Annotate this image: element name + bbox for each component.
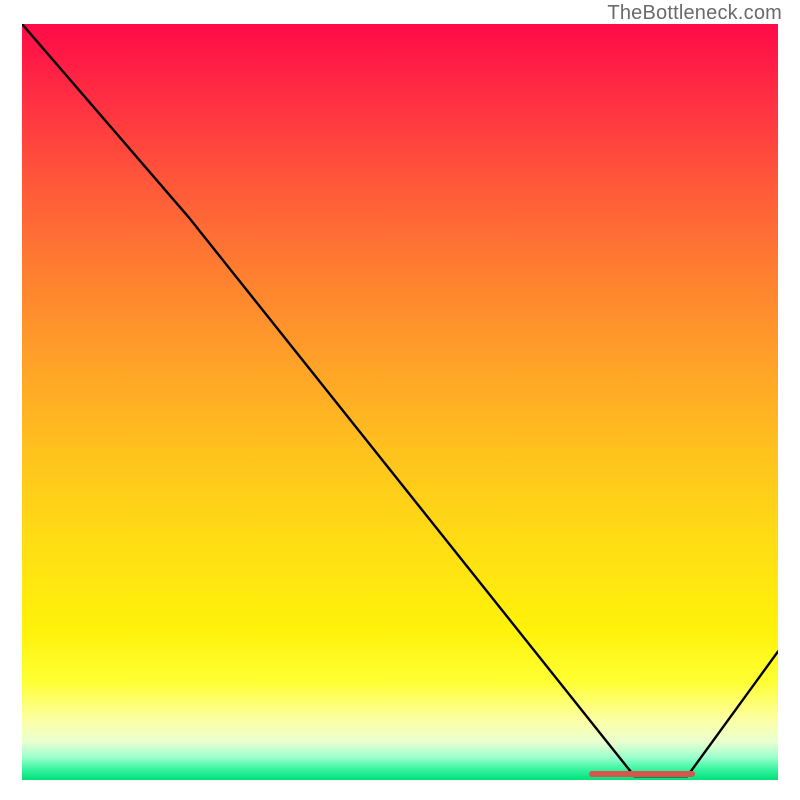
plot-area bbox=[22, 24, 778, 780]
chart-frame: TheBottleneck.com bbox=[0, 0, 800, 800]
trough-marker bbox=[589, 771, 695, 777]
curve-path bbox=[22, 24, 778, 776]
curve-svg bbox=[22, 24, 778, 780]
attribution-text: TheBottleneck.com bbox=[607, 2, 782, 25]
